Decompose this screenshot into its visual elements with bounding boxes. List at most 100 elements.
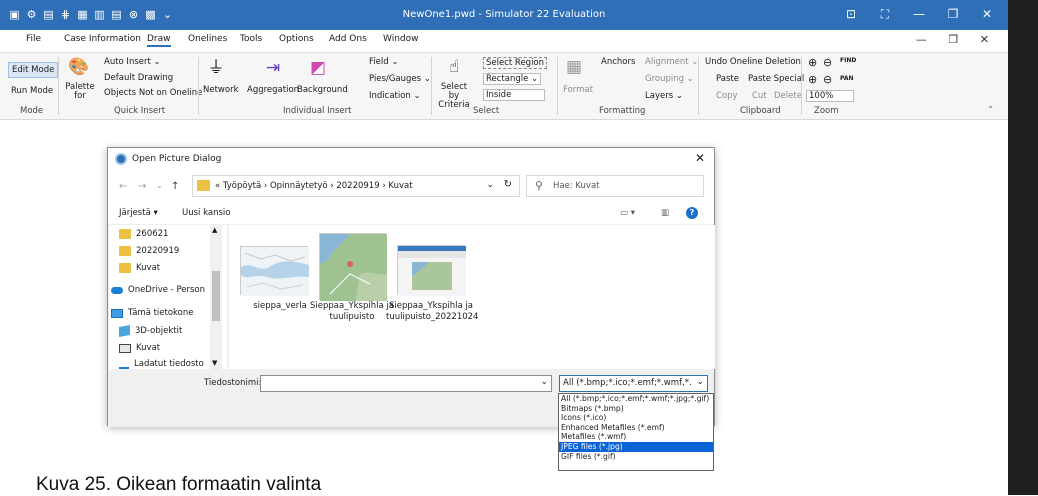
cut-button[interactable]: Cut — [752, 91, 767, 101]
nav-item[interactable]: 260621 — [119, 227, 168, 241]
run-mode-button[interactable]: Run Mode — [11, 86, 53, 96]
menu-add-ons[interactable]: Add Ons — [329, 34, 367, 44]
default-drawing-button[interactable]: Default Drawing — [104, 73, 173, 83]
zoom-in-icon[interactable]: ⊕ — [808, 56, 817, 69]
objects-not-on-oneline-button[interactable]: Objects Not on Oneline — [104, 88, 202, 98]
rectangle-dropdown[interactable]: Rectangle ⌄ — [483, 73, 542, 85]
file-thumbnail[interactable] — [240, 246, 309, 296]
preview-pane-icon[interactable]: ▥ — [661, 208, 669, 218]
nav-item[interactable]: Kuvat — [119, 341, 160, 355]
file-type-option[interactable]: Metafiles (*.wmf) — [559, 432, 713, 442]
nav-item[interactable]: Ladatut tiedosto — [119, 357, 204, 369]
organize-button[interactable]: Järjestä ▾ — [119, 208, 158, 218]
select-region-button[interactable]: Select Region — [483, 57, 548, 69]
help-icon[interactable]: ? — [686, 207, 698, 219]
auto-insert-button[interactable]: Auto Insert ⌄ — [104, 57, 161, 67]
background-button[interactable]: Background — [297, 85, 348, 95]
address-bar[interactable]: « Työpöytä › Opinnäytetyö › 20220919 › K… — [192, 175, 520, 197]
up-icon[interactable]: ↑ — [171, 181, 179, 192]
dialog-close-icon[interactable]: ✕ — [695, 151, 705, 165]
filename-input[interactable]: ⌄ — [260, 375, 552, 392]
scroll-up-icon[interactable]: ▲ — [212, 226, 217, 234]
aggregation-icon[interactable]: ⇥ — [260, 58, 286, 78]
nav-item[interactable]: 20220919 — [119, 244, 179, 258]
indication-button[interactable]: Indication ⌄ — [369, 91, 421, 101]
menu-options[interactable]: Options — [279, 34, 314, 44]
anchors-button[interactable]: Anchors — [601, 57, 635, 67]
grouping-button[interactable]: Grouping ⌄ — [645, 74, 694, 84]
filename-dropdown-icon[interactable]: ⌄ — [540, 377, 548, 387]
collapse-ribbon-icon[interactable]: ⌃ — [987, 105, 994, 115]
menu-file[interactable]: File — [26, 34, 41, 44]
format-icon[interactable]: ▦ — [561, 57, 587, 77]
nav-item[interactable]: OneDrive - Person — [111, 283, 205, 297]
aggregation-button[interactable]: Aggregation — [247, 85, 299, 95]
inside-dropdown[interactable]: Inside — [483, 89, 545, 101]
recent-locations-icon[interactable]: ⌄ — [156, 181, 163, 190]
zoom-out-small-icon[interactable]: ⊖ — [823, 73, 832, 86]
address-dropdown-icon[interactable]: ⌄ — [486, 180, 494, 190]
new-folder-button[interactable]: Uusi kansio — [182, 208, 230, 218]
network-icon[interactable]: ⏚ — [203, 58, 229, 78]
file-type-option[interactable]: Enhanced Metafiles (*.emf) — [559, 423, 713, 433]
layers-button[interactable]: Layers ⌄ — [645, 91, 683, 101]
undo-oneline-deletion-button[interactable]: Undo Oneline Deletion — [705, 57, 801, 67]
pies-gauges-button[interactable]: Pies/Gauges ⌄ — [369, 74, 431, 84]
file-type-select[interactable]: All (*.bmp;*.ico;*.emf;*.wmf,*.jp ⌄ — [559, 375, 708, 392]
file-thumbnail[interactable] — [397, 245, 466, 296]
restore-icon[interactable]: ❐ — [936, 3, 970, 25]
file-type-option[interactable]: All (*.bmp;*.ico;*.emf;*.wmf;*.jpg;*.gif… — [559, 394, 713, 404]
menu-onelines[interactable]: Onelines — [188, 34, 227, 44]
mdi-controls[interactable]: — ❐ ✕ — [916, 33, 998, 46]
minimize-icon[interactable]: — — [902, 3, 936, 25]
zoom-in-small-icon[interactable]: ⊕ — [808, 73, 817, 86]
view-options-icon[interactable]: ▭ ▾ — [620, 208, 635, 218]
nav-item-label: Kuvat — [136, 263, 161, 273]
close-icon[interactable]: ✕ — [970, 3, 1004, 25]
back-icon[interactable]: ← — [119, 181, 127, 192]
menu-case-information[interactable]: Case Information — [64, 34, 141, 44]
nav-item[interactable]: 3D-objektit — [119, 324, 182, 338]
menu-draw[interactable]: Draw — [147, 34, 171, 47]
file-type-option-selected[interactable]: JPEG files (*.jpg) — [559, 441, 713, 452]
nav-item[interactable]: Kuvat — [119, 261, 160, 275]
3d-objects-icon — [119, 325, 130, 337]
palette-button[interactable]: Palette for — [64, 83, 96, 101]
paste-special-button[interactable]: Paste Special — [748, 74, 804, 84]
field-button[interactable]: Field ⌄ — [369, 57, 398, 67]
paste-button[interactable]: Paste — [716, 74, 739, 84]
background-icon[interactable]: ◩ — [305, 58, 331, 78]
search-box[interactable]: ⚲ Hae: Kuvat — [526, 175, 704, 197]
scroll-down-icon[interactable]: ▼ — [212, 359, 217, 367]
delete-button[interactable]: Delete — [774, 91, 802, 101]
nav-item[interactable]: Tämä tietokone — [111, 306, 194, 320]
copy-button[interactable]: Copy — [716, 91, 738, 101]
scroll-thumb[interactable] — [212, 271, 220, 321]
select-by-criteria-icon[interactable]: ☝ — [441, 57, 467, 77]
format-button[interactable]: Format — [563, 85, 593, 95]
fullscreen-icon[interactable]: ⛶ — [868, 3, 902, 25]
file-name[interactable]: Sieppaa_Ykspihla ja tuulipuisto_20221024 — [386, 301, 478, 323]
file-type-option[interactable]: Bitmaps (*.bmp) — [559, 404, 713, 414]
menu-tools[interactable]: Tools — [240, 34, 262, 44]
pan-button[interactable]: PAN — [840, 75, 854, 82]
breadcrumb[interactable]: « Työpöytä › Opinnäytetyö › 20220919 › K… — [215, 181, 413, 191]
palette-icon[interactable]: 🎨 — [66, 57, 92, 77]
file-type-option[interactable]: GIF files (*.gif) — [559, 452, 713, 462]
nav-scrollbar[interactable]: ▲ ▼ — [210, 225, 222, 369]
forward-icon[interactable]: → — [138, 181, 146, 192]
select-by-criteria-button[interactable]: Select by Criteria — [436, 83, 472, 110]
ribbon-display-icon[interactable]: ⊡ — [834, 3, 868, 25]
network-button[interactable]: Network — [203, 85, 239, 95]
alignment-button[interactable]: Alignment ⌄ — [645, 57, 698, 67]
edit-mode-button[interactable]: Edit Mode — [8, 62, 59, 78]
find-button[interactable]: FIND — [840, 57, 856, 64]
file-type-option[interactable]: Icons (*.ico) — [559, 413, 713, 423]
refresh-icon[interactable]: ↻ — [504, 179, 512, 190]
file-name[interactable]: Sieppaa_Ykspihla ja tuulipuisto — [307, 301, 397, 323]
file-thumbnail[interactable] — [319, 233, 387, 301]
file-type-dropdown-icon[interactable]: ⌄ — [696, 377, 704, 387]
zoom-out-icon[interactable]: ⊖ — [823, 56, 832, 69]
zoom-level-input[interactable]: 100% — [806, 90, 854, 102]
menu-window[interactable]: Window — [383, 34, 419, 44]
